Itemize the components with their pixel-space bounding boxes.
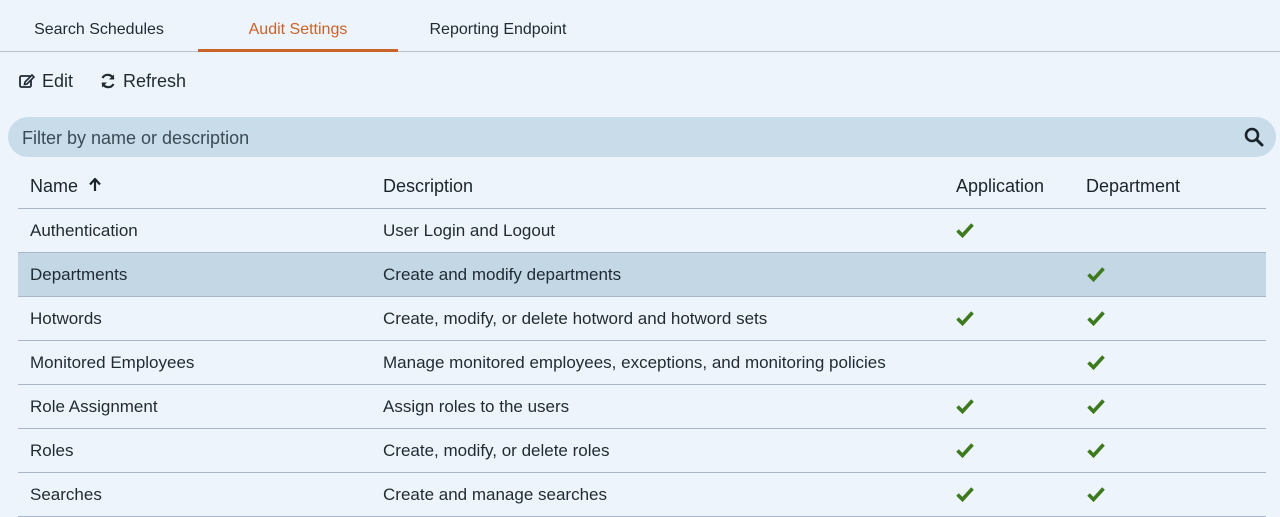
table-row[interactable]: Role Assignment Assign roles to the users bbox=[18, 385, 1266, 429]
cell-name: Hotwords bbox=[30, 309, 102, 328]
cell-name: Roles bbox=[30, 441, 74, 460]
cell-name: Searches bbox=[30, 485, 102, 504]
audit-settings-table: Name Description Application Department … bbox=[18, 165, 1266, 517]
cell-description: Create and modify departments bbox=[383, 265, 622, 284]
checkmark-icon bbox=[1087, 355, 1105, 370]
table-row[interactable]: Monitored Employees Manage monitored empl… bbox=[18, 341, 1266, 385]
cell-description: Assign roles to the users bbox=[383, 397, 570, 416]
checkmark-icon bbox=[956, 311, 974, 326]
column-header-description[interactable]: Description bbox=[383, 165, 473, 208]
checkmark-icon bbox=[956, 443, 974, 458]
checkmark-icon bbox=[956, 223, 974, 238]
cell-description: Create, modify, or delete hotword and ho… bbox=[383, 309, 768, 328]
edit-icon bbox=[19, 73, 36, 88]
arrow-up-icon bbox=[89, 178, 101, 192]
cell-description: Create and manage searches bbox=[383, 485, 607, 504]
table-row[interactable]: Roles Create, modify, or delete roles bbox=[18, 429, 1266, 473]
column-header-application[interactable]: Application bbox=[956, 165, 1044, 208]
column-header-department[interactable]: Department bbox=[1086, 165, 1180, 208]
column-header-name[interactable]: Name bbox=[30, 165, 101, 208]
tab-bar: Search Schedules Audit Settings Reportin… bbox=[0, 0, 1280, 52]
table-row[interactable]: Authentication User Login and Logout bbox=[18, 209, 1266, 253]
tab-search-schedules[interactable]: Search Schedules bbox=[0, 0, 198, 52]
cell-name: Departments bbox=[30, 265, 128, 284]
checkmark-icon bbox=[1087, 311, 1105, 326]
toolbar: Edit Refresh bbox=[18, 66, 212, 96]
refresh-icon bbox=[101, 73, 115, 89]
search-icon[interactable] bbox=[1244, 127, 1264, 147]
cell-name: Authentication bbox=[30, 221, 138, 240]
refresh-label: Refresh bbox=[123, 70, 187, 91]
checkmark-icon bbox=[956, 487, 974, 502]
cell-description: User Login and Logout bbox=[383, 221, 556, 240]
table-row[interactable]: Departments Create and modify departments bbox=[18, 253, 1266, 297]
checkmark-icon bbox=[1087, 443, 1105, 458]
edit-button[interactable]: Edit bbox=[18, 71, 73, 92]
tab-reporting-endpoint[interactable]: Reporting Endpoint bbox=[398, 0, 598, 52]
checkmark-icon bbox=[1087, 487, 1105, 502]
column-header-name-label: Name bbox=[30, 176, 79, 196]
checkmark-icon bbox=[1087, 399, 1105, 414]
refresh-button[interactable]: Refresh bbox=[99, 71, 186, 92]
cell-name: Role Assignment bbox=[30, 397, 158, 416]
edit-label: Edit bbox=[42, 70, 74, 91]
tab-audit-settings[interactable]: Audit Settings bbox=[198, 0, 398, 52]
cell-name: Monitored Employees bbox=[30, 353, 195, 372]
table-header: Name Description Application Department bbox=[18, 165, 1266, 209]
checkmark-icon bbox=[1087, 267, 1105, 282]
filter-bar bbox=[8, 117, 1276, 159]
cell-description: Create, modify, or delete roles bbox=[383, 441, 610, 460]
table-row[interactable]: Hotwords Create, modify, or delete hotwor… bbox=[18, 297, 1266, 341]
checkmark-icon bbox=[956, 399, 974, 414]
table-row[interactable]: Searches Create and manage searches bbox=[18, 473, 1266, 517]
cell-description: Manage monitored employees, exceptions, … bbox=[383, 353, 886, 372]
filter-input[interactable] bbox=[20, 117, 1224, 159]
